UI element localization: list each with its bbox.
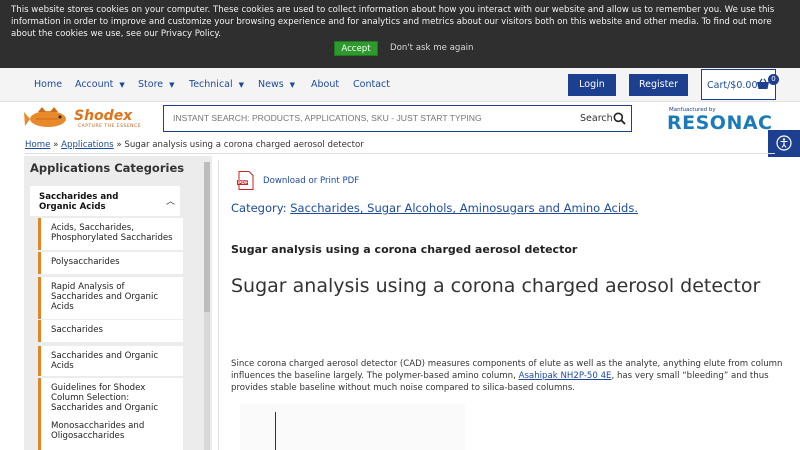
logo-bar: Shodex CAPTURE THE ESSENCE Search Manfua… bbox=[0, 102, 800, 136]
breadcrumb-current: Sugar analysis using a corona charged ae… bbox=[124, 140, 364, 150]
nav-account-label: Account bbox=[75, 79, 114, 90]
svg-text:PDF: PDF bbox=[238, 180, 248, 186]
breadcrumb-separator: » bbox=[116, 140, 122, 150]
search-bar: Search bbox=[163, 105, 632, 132]
sidebar-item-label: Guidelines for Shodex Column Selection: … bbox=[51, 383, 159, 413]
nav-account[interactable]: Account ▼ bbox=[75, 79, 125, 90]
sidebar-scrollbar-thumb[interactable] bbox=[204, 162, 210, 312]
nav-technical[interactable]: Technical ▼ bbox=[189, 79, 244, 90]
nav-store-label: Store bbox=[138, 79, 164, 90]
chevron-down-icon: ▼ bbox=[119, 81, 125, 89]
cart-count-badge: 0 bbox=[768, 74, 779, 85]
search-input[interactable] bbox=[173, 106, 573, 131]
login-button[interactable]: Login bbox=[568, 74, 616, 96]
sidebar-item-label: Monosaccharides and Oligosaccharides bbox=[51, 421, 145, 441]
pdf-icon[interactable]: PDF bbox=[236, 171, 257, 190]
breadcrumb-applications[interactable]: Applications bbox=[61, 140, 114, 150]
search-label[interactable]: Search bbox=[580, 113, 613, 124]
shodex-logo[interactable]: Shodex CAPTURE THE ESSENCE bbox=[24, 106, 152, 132]
nav-about-label: About bbox=[311, 79, 340, 90]
cookie-text: This website stores cookies on your comp… bbox=[11, 5, 775, 39]
category-link[interactable]: Saccharides, Sugar Alcohols, Aminosugars… bbox=[290, 201, 638, 215]
fish-logo-icon bbox=[24, 107, 66, 127]
shodex-tagline: CAPTURE THE ESSENCE bbox=[78, 124, 142, 129]
accessibility-icon bbox=[776, 135, 792, 151]
register-button[interactable]: Register bbox=[629, 74, 688, 96]
column-link[interactable]: Asahipak NH2P-50 4E bbox=[519, 371, 612, 381]
sidebar-item-label: Polysaccharides bbox=[51, 257, 120, 267]
applications-sidebar: Applications Categories Saccharides and … bbox=[24, 156, 212, 450]
content-divider bbox=[218, 160, 219, 450]
breadcrumb: Home » Applications » Sugar analysis usi… bbox=[25, 140, 364, 150]
nav-news[interactable]: News ▼ bbox=[258, 79, 295, 90]
nav-contact[interactable]: Contact bbox=[353, 79, 390, 90]
nav-about[interactable]: About bbox=[311, 79, 339, 90]
chevron-up-icon: ︿ bbox=[166, 197, 176, 207]
cart-total: Cart/$0.00 bbox=[707, 80, 758, 91]
page-subtitle: Sugar analysis using a corona charged ae… bbox=[231, 243, 578, 256]
download-pdf-link[interactable]: Download or Print PDF bbox=[263, 176, 359, 186]
sidebar-item-label: Rapid Analysis of Saccharides and Organi… bbox=[51, 282, 159, 312]
divider bbox=[25, 153, 775, 154]
cookie-banner: This website stores cookies on your comp… bbox=[0, 0, 800, 68]
chevron-down-icon: ▼ bbox=[238, 81, 245, 89]
nav-home[interactable]: Home bbox=[34, 79, 62, 90]
category-line: Category: Saccharides, Sugar Alcohols, A… bbox=[231, 201, 638, 215]
sidebar-item[interactable]: Acids, Saccharides, Phosphorylated Sacch… bbox=[38, 218, 183, 250]
chromatogram-axis bbox=[275, 412, 276, 450]
sidebar-title: Applications Categories bbox=[30, 161, 185, 175]
chevron-down-icon: ▼ bbox=[169, 81, 175, 89]
main-nav: Home Account ▼ Store ▼ Technical ▼ News ▼ Ab… bbox=[0, 68, 800, 102]
sidebar-item[interactable]: Polysaccharides bbox=[38, 252, 183, 274]
cart-button[interactable]: Cart/$0.00 0 bbox=[701, 69, 779, 100]
description-paragraph: Since corona charged aerosol detector (C… bbox=[231, 358, 791, 394]
sidebar-group-saccharides[interactable]: Saccharides and Organic Acids ︿ bbox=[30, 186, 180, 216]
sidebar-item[interactable]: Rapid Analysis of Saccharides and Organi… bbox=[38, 277, 183, 319]
search-icon[interactable] bbox=[613, 112, 626, 125]
nav-contact-label: Contact bbox=[353, 79, 390, 90]
page-title: Sugar analysis using a corona charged ae… bbox=[231, 275, 761, 297]
category-label: Category: bbox=[231, 201, 287, 215]
nav-home-label: Home bbox=[34, 79, 63, 90]
nav-store[interactable]: Store ▼ bbox=[138, 79, 175, 90]
chevron-down-icon: ▼ bbox=[289, 81, 296, 89]
sidebar-item-label: Acids, Saccharides, Phosphorylated Sacch… bbox=[51, 223, 173, 243]
breadcrumb-separator: » bbox=[53, 140, 59, 150]
nav-news-label: News bbox=[258, 79, 284, 90]
sidebar-item[interactable]: Guidelines for Shodex Column Selection: … bbox=[38, 378, 183, 416]
nav-technical-label: Technical bbox=[189, 79, 233, 90]
sidebar-scrollbar[interactable] bbox=[204, 162, 210, 450]
sidebar-item-label: Saccharides and Organic Acids bbox=[51, 351, 159, 371]
sidebar-item[interactable]: Monosaccharides and Oligosaccharides bbox=[38, 416, 183, 450]
chromatogram-image bbox=[240, 404, 465, 450]
sidebar-item[interactable]: Saccharides bbox=[38, 320, 183, 342]
breadcrumb-home[interactable]: Home bbox=[25, 140, 50, 150]
sidebar-item-label: Saccharides bbox=[51, 325, 104, 335]
shodex-logo-text: Shodex bbox=[74, 108, 133, 124]
sidebar-group-label: Saccharides and Organic Acids bbox=[39, 192, 119, 212]
sidebar-item[interactable]: Saccharides and Organic Acids bbox=[38, 346, 183, 376]
resonac-logo[interactable]: RESONAC bbox=[667, 112, 773, 134]
cookie-accept-button[interactable]: Accept bbox=[334, 41, 378, 56]
cookie-dont-ask-link[interactable]: Don't ask me again bbox=[390, 41, 473, 56]
